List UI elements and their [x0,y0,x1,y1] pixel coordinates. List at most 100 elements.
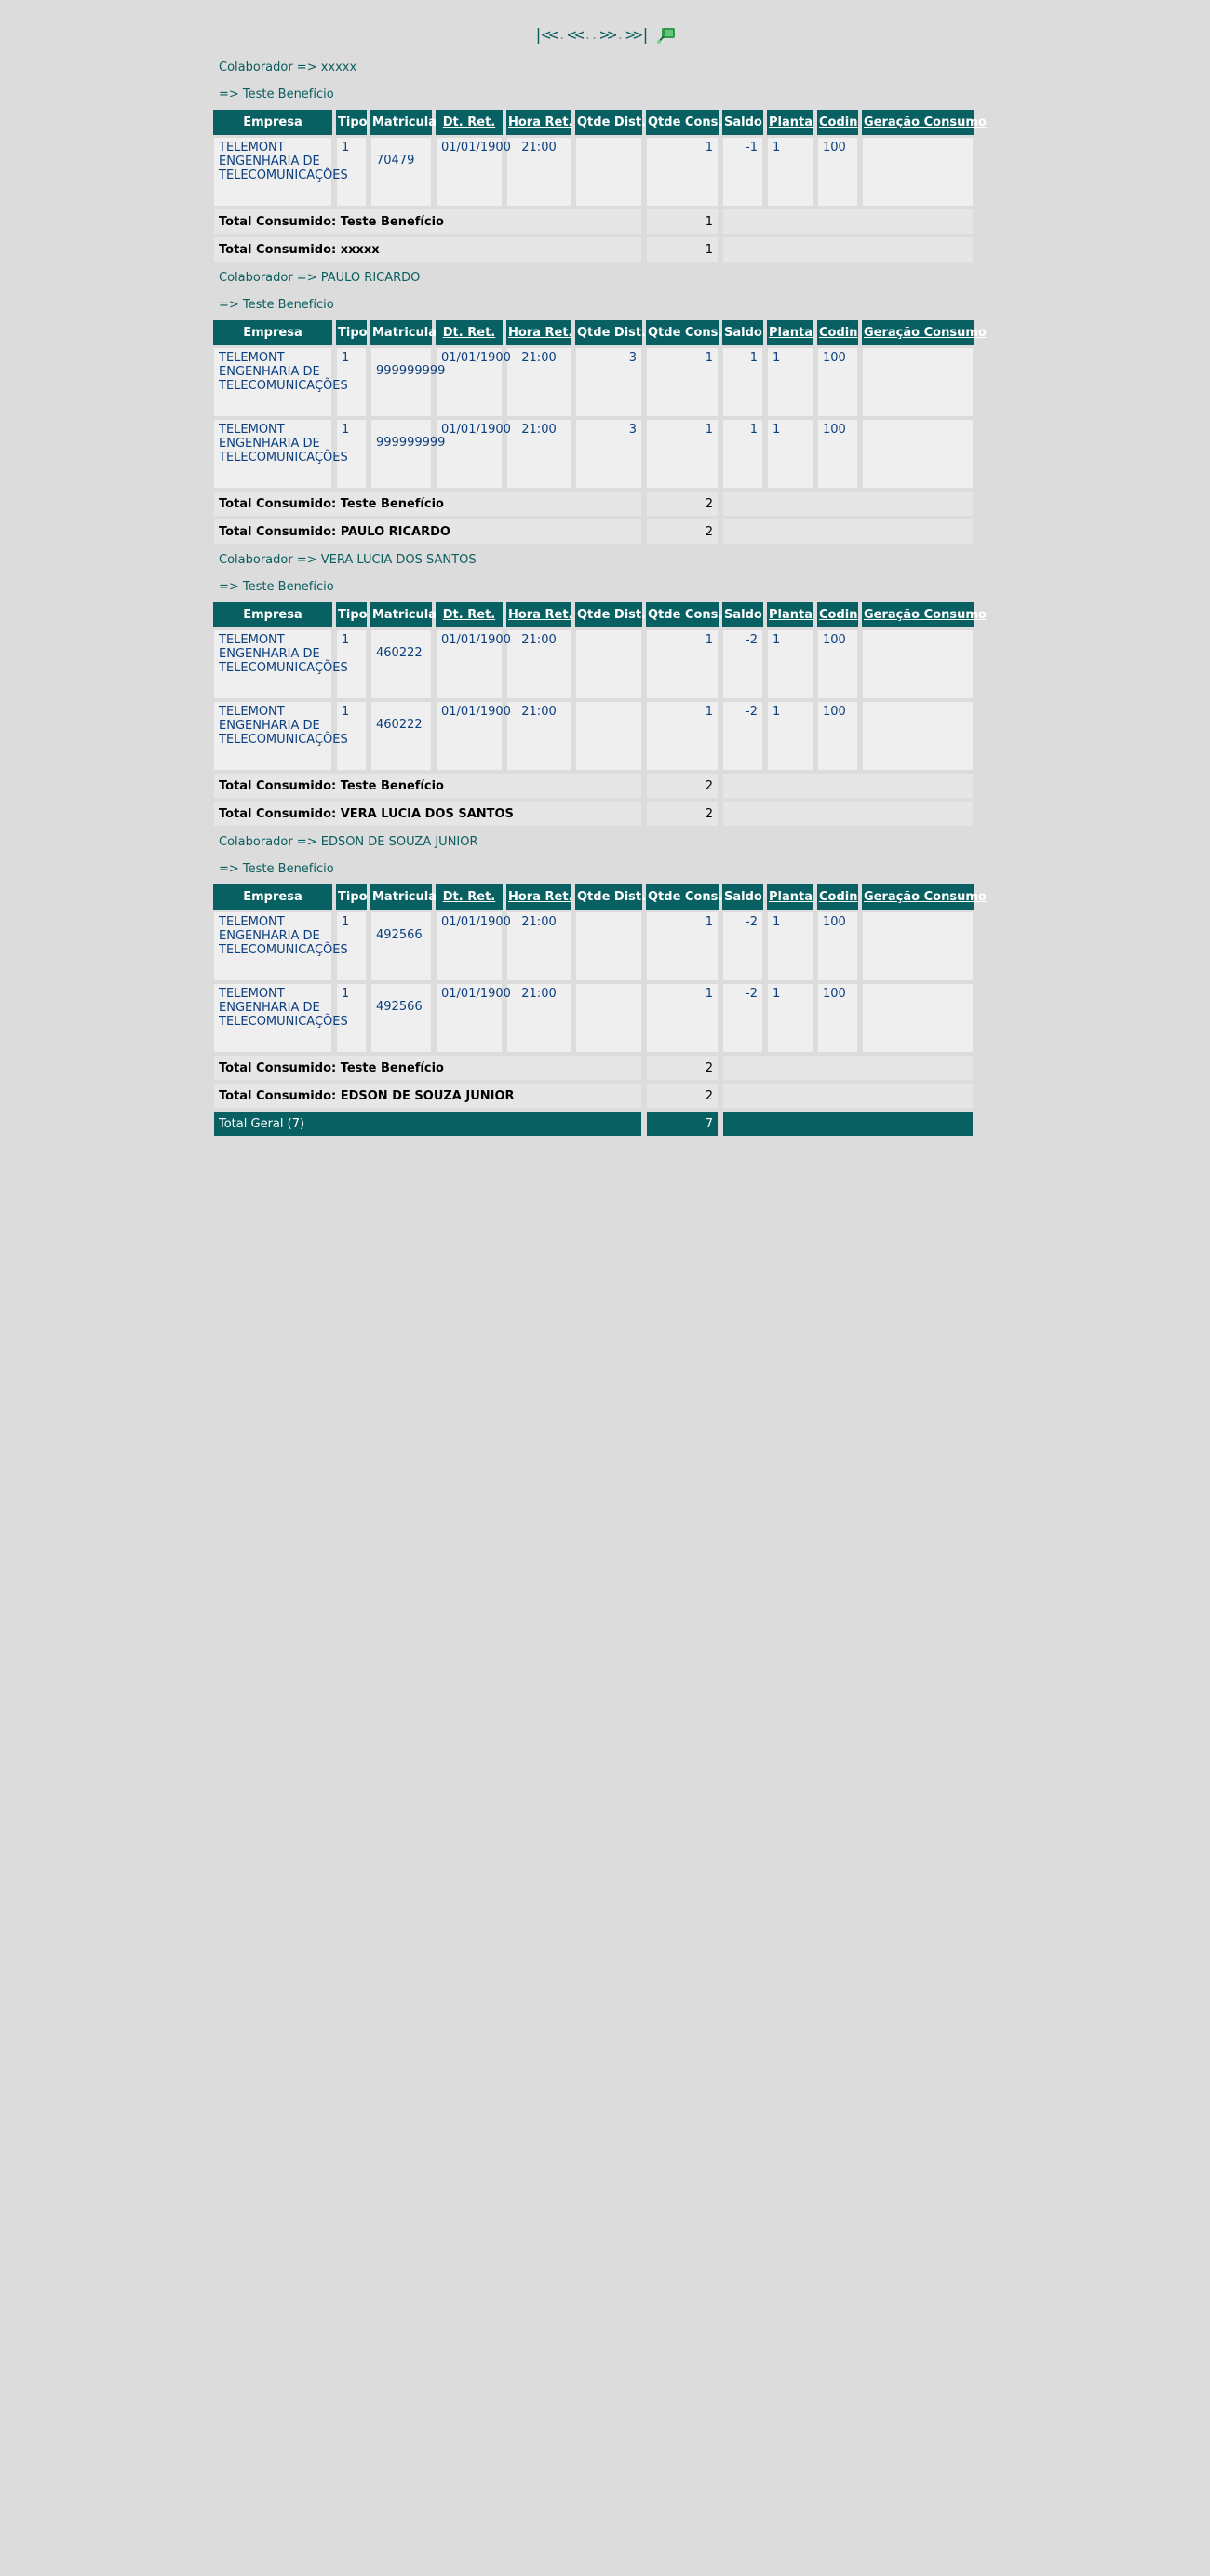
sort-link-col-codin[interactable]: Codin [819,115,858,129]
header-col-dt-ret[interactable]: Dt. Ret. [436,884,503,910]
prev-page-link[interactable]: << [566,26,585,45]
benefit-total-row-value: 2 [646,773,719,799]
benefit-total-row-value: 2 [646,491,719,517]
header-col-planta[interactable]: Planta [767,320,813,345]
header-col-empresa: Empresa [213,884,332,910]
cell-geracao [862,983,974,1053]
cell-matricula: 999999999 [370,347,445,417]
header-col-tipo: Tipo [336,602,368,627]
table-header-row: Empresa Tipo Matricula Dt. Ret. Hora Ret. Qtd… [213,884,987,910]
header-col-matricula: Matricula [370,320,437,345]
sort-link-col-dt-ret[interactable]: Dt. Ret. [443,890,495,904]
cell-qtde-cons: 1 [646,347,719,417]
table-row: TELEMONT ENGENHARIA DE TELECOMUNICAÇÕES 1… [213,911,974,981]
sort-link-col-planta[interactable]: Planta [769,890,813,904]
header-col-matricula: Matricula [370,884,437,910]
collaborator-total-row-label: Total Consumido: xxxxx [213,236,642,263]
cell-codin: 100 [817,701,858,771]
sort-link-col-hora-ret[interactable]: Hora Ret. [508,115,573,129]
cell-saldo: -2 [722,701,763,771]
sort-link-col-dt-ret[interactable]: Dt. Ret. [443,326,495,340]
header-col-codin[interactable]: Codin [817,110,858,135]
header-col-hora-ret[interactable]: Hora Ret. [506,884,573,910]
sort-link-col-hora-ret[interactable]: Hora Ret. [508,608,573,622]
header-col-geracao[interactable]: Geração Consumo [862,602,987,627]
cell-hora-ret: 21:00 [506,137,571,207]
collaborator-total-row-filler [722,236,974,263]
last-page-link[interactable]: >>| [625,26,651,45]
sort-link-col-codin[interactable]: Codin [819,890,858,904]
sort-link-col-geracao[interactable]: Geração Consumo [864,115,987,129]
first-page-link[interactable]: |<< [532,26,558,45]
cell-empresa: TELEMONT ENGENHARIA DE TELECOMUNICAÇÕES [213,983,348,1053]
header-col-qtde-cons: Qtde Cons. [646,320,722,345]
sort-link-col-codin[interactable]: Codin [819,326,858,340]
next-page-link[interactable]: >> [598,26,617,45]
sort-link-col-geracao[interactable]: Geração Consumo [864,326,987,340]
colaborador-label: Colaborador => PAULO RICARDO [219,271,421,285]
header-col-dt-ret[interactable]: Dt. Ret. [436,320,503,345]
header-col-geracao[interactable]: Geração Consumo [862,320,987,345]
header-col-codin[interactable]: Codin [817,602,858,627]
sort-link-col-hora-ret[interactable]: Hora Ret. [508,326,573,340]
table-header-row: Empresa Tipo Matricula Dt. Ret. Hora Ret. Qtd… [213,602,987,627]
collaborator-total-row-label: Total Consumido: PAULO RICARDO [213,519,642,545]
header-col-codin[interactable]: Codin [817,320,858,345]
header-col-empresa: Empresa [213,320,332,345]
sort-link-col-dt-ret[interactable]: Dt. Ret. [443,115,495,129]
header-col-hora-ret[interactable]: Hora Ret. [506,110,573,135]
table-header-row: Empresa Tipo Matricula Dt. Ret. Hora Ret. Qtd… [213,110,987,135]
header-col-planta[interactable]: Planta [767,884,813,910]
header-col-qtde-cons: Qtde Cons. [646,110,722,135]
cell-geracao [862,911,974,981]
collaborator-total-row-filler [722,801,974,827]
pager-separator: . [616,29,624,42]
collaborator-total-row: Total Consumido: xxxxx 1 [213,236,974,263]
header-col-geracao[interactable]: Geração Consumo [862,884,987,910]
header-col-planta[interactable]: Planta [767,602,813,627]
cell-codin: 100 [817,629,858,699]
cell-codin: 100 [817,911,858,981]
sort-link-col-geracao[interactable]: Geração Consumo [864,890,987,904]
cell-empresa: TELEMONT ENGENHARIA DE TELECOMUNICAÇÕES [213,629,348,699]
cell-geracao [862,419,974,489]
sort-link-col-planta[interactable]: Planta [769,326,813,340]
cell-planta: 1 [767,629,813,699]
cell-dt-ret: 01/01/1900 [436,137,511,207]
cell-planta: 1 [767,911,813,981]
grand-total-label: Total Geral (7) [213,1111,642,1137]
cell-saldo: 1 [722,347,763,417]
consumption-table: Empresa Tipo Matricula Dt. Ret. Hora Ret. Qtd… [209,318,987,546]
header-col-planta[interactable]: Planta [767,110,813,135]
header-col-dt-ret[interactable]: Dt. Ret. [436,602,503,627]
cell-qtde-dist [575,701,642,771]
colaborador-label: Colaborador => VERA LUCIA DOS SANTOS [219,553,477,567]
sort-link-col-dt-ret[interactable]: Dt. Ret. [443,608,495,622]
cell-saldo: -2 [722,629,763,699]
sort-link-col-planta[interactable]: Planta [769,608,813,622]
header-col-dt-ret[interactable]: Dt. Ret. [436,110,503,135]
header-col-codin[interactable]: Codin [817,884,858,910]
header-col-geracao[interactable]: Geração Consumo [862,110,987,135]
header-col-qtde-cons: Qtde Cons. [646,884,722,910]
sort-link-col-codin[interactable]: Codin [819,608,858,622]
cell-codin: 100 [817,137,858,207]
sort-link-col-planta[interactable]: Planta [769,115,813,129]
header-col-hora-ret[interactable]: Hora Ret. [506,320,573,345]
cell-saldo: -2 [722,911,763,981]
cell-saldo: -1 [722,137,763,207]
collaborator-total-row-value: 2 [646,519,719,545]
sort-link-col-geracao[interactable]: Geração Consumo [864,608,987,622]
header-col-saldo: Saldo [722,602,763,627]
table-row: TELEMONT ENGENHARIA DE TELECOMUNICAÇÕES 1… [213,983,974,1053]
cell-matricula: 70479 [370,137,432,207]
beneficio-label: => Teste Benefício [219,298,334,312]
benefit-total-row-filler [722,1055,974,1081]
benefit-total-row: Total Consumido: Teste Benefício 2 [213,1055,974,1081]
cell-hora-ret: 21:00 [506,701,571,771]
header-col-tipo: Tipo [336,320,368,345]
benefit-total-row: Total Consumido: Teste Benefício 2 [213,773,974,799]
header-col-hora-ret[interactable]: Hora Ret. [506,602,573,627]
excel-export-icon[interactable] [655,26,678,45]
sort-link-col-hora-ret[interactable]: Hora Ret. [508,890,573,904]
